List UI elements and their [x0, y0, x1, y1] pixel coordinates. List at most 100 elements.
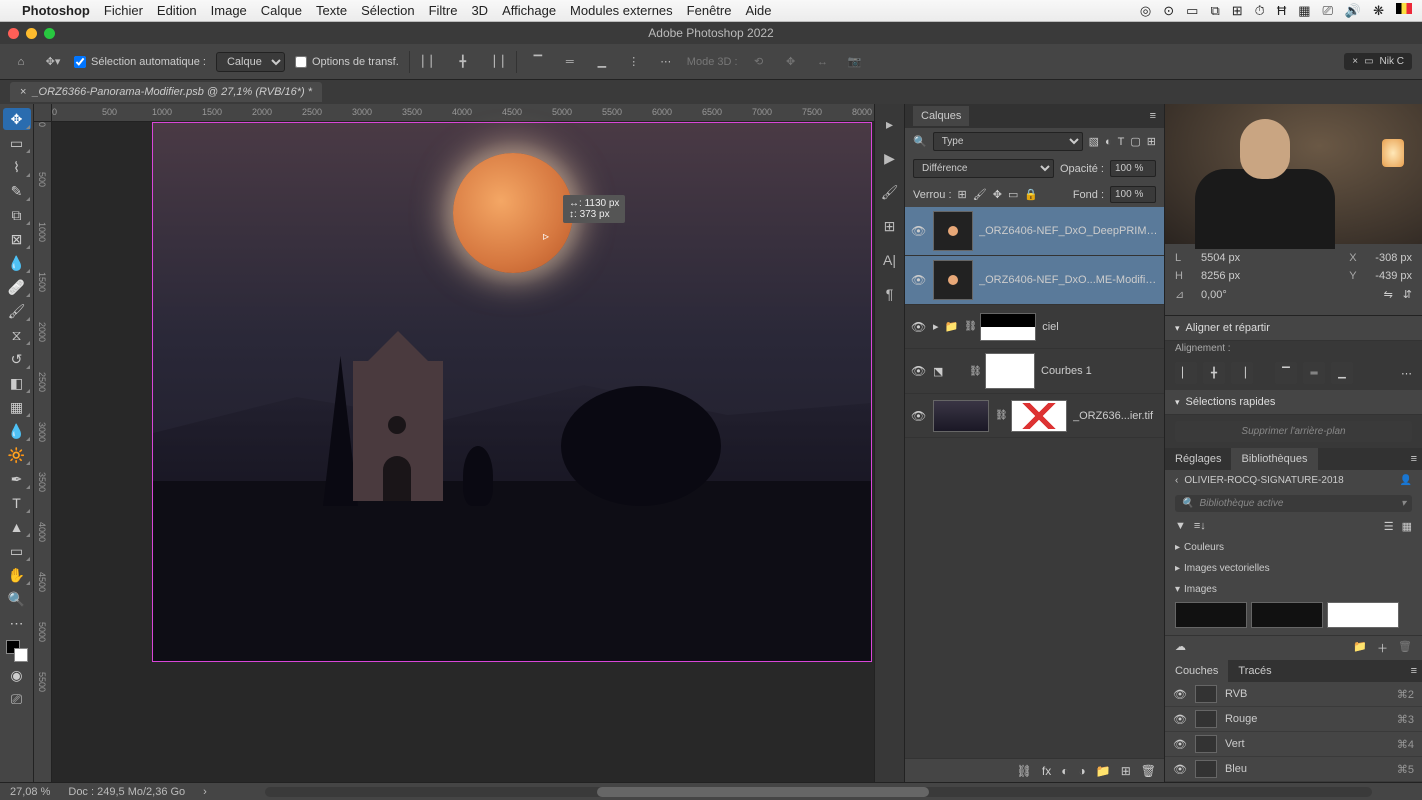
y-value[interactable]: -439 px — [1375, 270, 1412, 282]
link-icon[interactable]: ⛓ — [995, 410, 1005, 421]
align-vcenter-button[interactable]: ═ — [1303, 362, 1325, 384]
back-icon[interactable]: ‹ — [1175, 475, 1178, 486]
status-icon[interactable]: ⊙ — [1163, 3, 1174, 19]
channel-row[interactable]: 👁Bleu⌘5 — [1165, 757, 1422, 782]
fill-input[interactable] — [1110, 186, 1156, 203]
layer-filter-kind[interactable]: Type — [933, 132, 1083, 151]
menu-file[interactable]: Fichier — [104, 3, 143, 18]
pen-tool[interactable]: ✒ — [3, 468, 31, 490]
layer-mask-thumb[interactable] — [980, 313, 1036, 341]
layer-mask-disabled-thumb[interactable] — [1011, 400, 1067, 432]
visibility-icon[interactable]: 👁 — [1173, 738, 1187, 751]
quick-section-header[interactable]: ▾Sélections rapides — [1165, 390, 1422, 415]
layers-tab[interactable]: Calques — [913, 106, 969, 126]
doc-info-menu-icon[interactable]: › — [203, 786, 207, 798]
align-bottom-icon[interactable]: ▁ — [591, 51, 613, 73]
actions-panel-icon[interactable]: ▶ — [880, 148, 900, 168]
dodge-tool[interactable]: 🔆 — [3, 444, 31, 466]
window-minimize-button[interactable] — [26, 28, 37, 39]
visibility-icon[interactable]: 👁 — [911, 224, 927, 238]
layer-row[interactable]: 👁 ⬔ ⛓ Courbes 1 — [905, 349, 1164, 394]
more-icon[interactable]: ⋯ — [1401, 367, 1412, 380]
menu-layer[interactable]: Calque — [261, 3, 302, 18]
status-icon[interactable]: ◎ — [1140, 3, 1151, 19]
new-layer-icon[interactable]: ⊞ — [1121, 764, 1131, 778]
menu-window[interactable]: Fenêtre — [687, 3, 732, 18]
volume-icon[interactable]: 🔊 — [1345, 3, 1361, 19]
library-asset[interactable] — [1175, 602, 1247, 628]
horizontal-ruler[interactable]: 0500100015002000250030003500400045005000… — [34, 104, 874, 122]
lock-nest-icon[interactable]: ▭ — [1008, 188, 1018, 201]
visibility-icon[interactable]: 👁 — [911, 320, 927, 334]
panel-menu-icon[interactable]: ≡ — [1406, 448, 1422, 470]
lib-add-icon[interactable]: ＋ — [1377, 640, 1388, 656]
height-value[interactable]: 8256 px — [1201, 270, 1240, 282]
layer-thumb[interactable] — [933, 211, 973, 251]
layer-mask-thumb[interactable] — [985, 353, 1035, 389]
visibility-icon[interactable]: 👁 — [911, 273, 927, 287]
align-right-icon[interactable]: ▕▕ — [484, 51, 506, 73]
visibility-icon[interactable]: 👁 — [1173, 763, 1187, 776]
marquee-tool[interactable]: ▭ — [3, 132, 31, 154]
type-tool[interactable]: T — [3, 492, 31, 514]
app-name[interactable]: Photoshop — [22, 3, 90, 18]
edit-toolbar[interactable]: ⋯ — [3, 612, 31, 634]
library-search[interactable]: 🔍 Bibliothèque active▾ — [1175, 495, 1412, 512]
brush-tool[interactable]: 🖌 — [3, 300, 31, 322]
visibility-icon[interactable]: 👁 — [1173, 688, 1187, 701]
layer-row[interactable]: 👁 _ORZ6406-NEF_DxO...ME-Modifier.tif — [905, 256, 1164, 305]
channels-tab[interactable]: Couches — [1165, 660, 1228, 682]
window-close-button[interactable] — [8, 28, 19, 39]
properties-panel-icon[interactable]: ⊞ — [880, 216, 900, 236]
list-view-icon[interactable]: ☰ — [1384, 520, 1394, 533]
lib-delete-icon[interactable]: 🗑 — [1398, 640, 1412, 656]
align-vcenter-icon[interactable]: ═ — [559, 51, 581, 73]
layer-thumb[interactable] — [933, 260, 973, 300]
search-icon[interactable]: 🔍 — [913, 135, 927, 148]
lock-all-icon[interactable]: 🔒 — [1024, 188, 1038, 201]
grid-view-icon[interactable]: ▦ — [1402, 520, 1412, 533]
quick-select-tool[interactable]: ✎ — [3, 180, 31, 202]
add-adjust-icon[interactable]: ◑ — [1079, 764, 1086, 778]
status-icon[interactable]: ⊞ — [1232, 3, 1243, 19]
canvas-viewport[interactable]: ↔: 1130 px↕: 373 px ▹ — [52, 122, 874, 782]
new-group-icon[interactable]: 📁 — [1096, 764, 1111, 778]
lib-folder-icon[interactable]: 📁 — [1353, 640, 1367, 656]
document-tab[interactable]: × _ORZ6366-Panorama-Modifier.psb @ 27,1%… — [10, 82, 322, 102]
libraries-tab[interactable]: Bibliothèques — [1231, 448, 1317, 470]
lib-images-section[interactable]: ▾Images — [1165, 579, 1422, 600]
menu-plugins[interactable]: Modules externes — [570, 3, 673, 18]
zoom-level[interactable]: 27,08 % — [10, 786, 50, 798]
align-hcenter-button[interactable]: ╋ — [1203, 362, 1225, 384]
paths-tab[interactable]: Tracés — [1228, 660, 1281, 682]
frame-tool[interactable]: ⊠ — [3, 228, 31, 250]
width-value[interactable]: 5504 px — [1201, 252, 1240, 264]
document-image[interactable]: ↔: 1130 px↕: 373 px ▹ — [152, 122, 872, 662]
layer-thumb[interactable] — [933, 400, 989, 432]
gradient-tool[interactable]: ▦ — [3, 396, 31, 418]
link-icon[interactable]: ⛓ — [964, 321, 974, 332]
lock-trans-icon[interactable]: ⊞ — [958, 188, 967, 201]
sync-icon[interactable]: ☁ — [1175, 640, 1186, 656]
brush-panel-icon[interactable]: 🖌 — [880, 182, 900, 202]
filter-smart-icon[interactable]: ⊞ — [1147, 135, 1156, 148]
status-icon[interactable]: ❋ — [1373, 3, 1384, 19]
fg-bg-swatch[interactable] — [6, 640, 28, 662]
panel-menu-icon[interactable]: ≡ — [1150, 110, 1156, 122]
menu-help[interactable]: Aide — [745, 3, 771, 18]
lib-vectors-section[interactable]: ▸Images vectorielles — [1165, 558, 1422, 579]
filter-icon[interactable]: ▼ — [1175, 520, 1186, 533]
delete-layer-icon[interactable]: 🗑 — [1141, 764, 1156, 778]
filter-type-icon[interactable]: T — [1118, 136, 1125, 148]
vertical-ruler[interactable]: 0500100015002000250030003500400045005000… — [34, 122, 52, 782]
flag-icon[interactable] — [1396, 3, 1412, 14]
status-icon[interactable]: ⎚ — [1323, 3, 1333, 19]
history-panel-icon[interactable]: ▸ — [880, 114, 900, 134]
nik-collection-button[interactable]: ×▭Nik C — [1344, 53, 1412, 70]
quick-mask-toggle[interactable]: ◉ — [3, 664, 31, 686]
status-icon[interactable]: ⧉ — [1210, 3, 1219, 19]
move-tool-icon[interactable]: ✥▾ — [42, 51, 64, 73]
layer-row[interactable]: 👁 ⛓ _ORZ636...ier.tif — [905, 394, 1164, 438]
user-icon[interactable]: 👤 — [1400, 475, 1412, 486]
align-top-button[interactable]: ▔ — [1275, 362, 1297, 384]
